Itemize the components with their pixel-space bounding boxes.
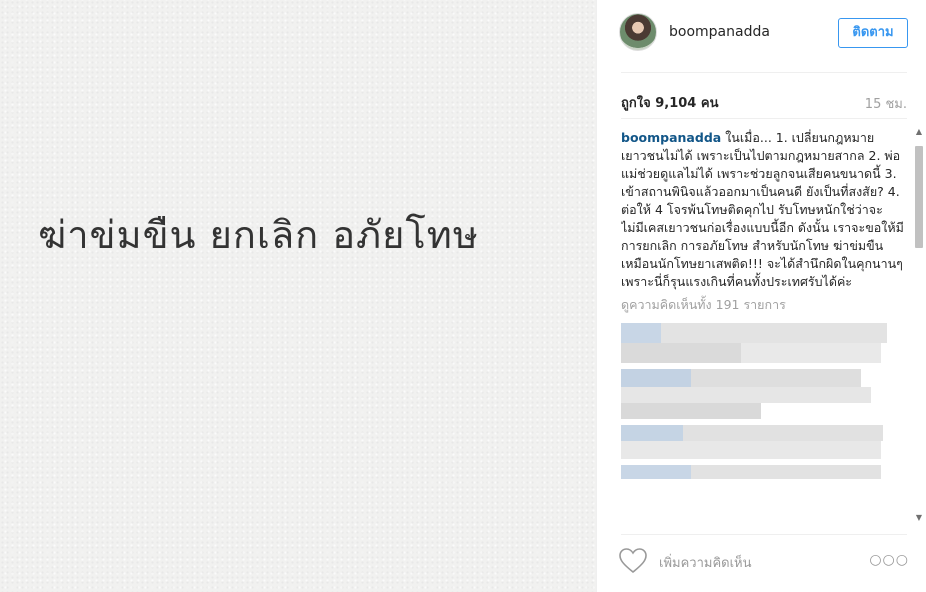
stats-divider <box>621 118 907 119</box>
scrollbar-thumb[interactable] <box>915 146 923 248</box>
comments-list[interactable]: boompanadda ในเมื่อ... 1. เปลี่ยนกฎหมายเย… <box>621 129 905 523</box>
post-image: ฆ่าข่มขืน ยกเลิก อภัยโทษ <box>0 0 596 592</box>
blurred-comment <box>621 425 905 459</box>
scroll-down-arrow-icon[interactable]: ▼ <box>913 512 925 524</box>
likes-count[interactable]: ถูกใจ 9,104 คน <box>621 92 718 113</box>
comments-scrollbar[interactable]: ▲ ▼ <box>913 126 925 524</box>
blurred-comment <box>621 323 905 363</box>
heart-icon[interactable] <box>619 548 647 574</box>
more-options-icon[interactable]: ○○○ <box>869 552 909 568</box>
post-header: boompanadda ติดตาม <box>597 0 926 72</box>
blurred-comment <box>621 465 905 485</box>
post-timestamp[interactable]: 15 ชม. <box>865 93 907 114</box>
add-comment-input[interactable]: เพิ่มความคิดเห็น <box>659 552 752 573</box>
username-link[interactable]: boompanadda <box>669 24 770 40</box>
scroll-up-arrow-icon[interactable]: ▲ <box>913 126 925 138</box>
caption-username[interactable]: boompanadda <box>621 130 721 145</box>
avatar[interactable] <box>619 13 657 51</box>
blurred-comment <box>621 369 905 419</box>
post-footer: เพิ่มความคิดเห็น ○○○ <box>597 534 926 592</box>
post-image-text: ฆ่าข่มขืน ยกเลิก อภัยโทษ <box>38 213 479 257</box>
caption-text: ในเมื่อ... 1. เปลี่ยนกฎหมายเยาวชนไม่ได้ … <box>621 130 904 289</box>
header-divider <box>621 72 907 73</box>
caption: boompanadda ในเมื่อ... 1. เปลี่ยนกฎหมายเย… <box>621 129 905 291</box>
follow-button[interactable]: ติดตาม <box>838 18 908 48</box>
view-all-comments-link[interactable]: ดูความคิดเห็นทั้ง 191 รายการ <box>621 295 905 315</box>
instagram-post-view: ฆ่าข่มขืน ยกเลิก อภัยโทษ boompanadda ติด… <box>0 0 926 592</box>
post-details-panel: boompanadda ติดตาม ถูกใจ 9,104 คน 15 ชม.… <box>596 0 926 592</box>
